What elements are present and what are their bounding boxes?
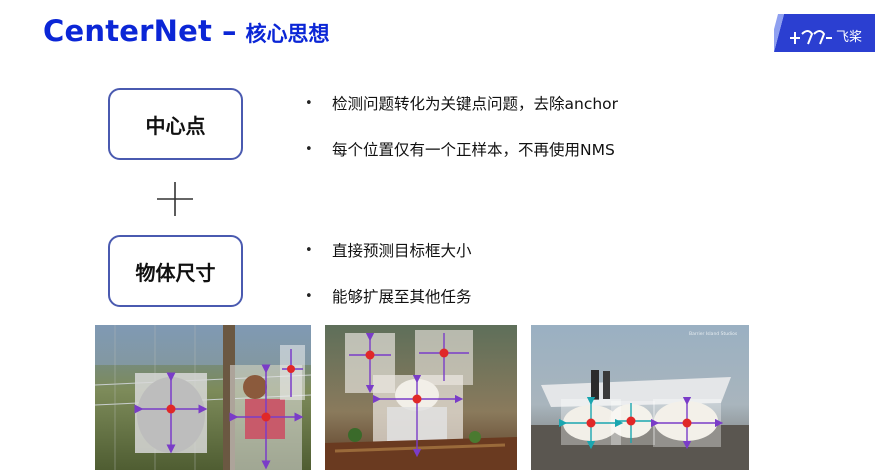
object-size-label: 物体尺寸 (135, 260, 216, 285)
example-image-2 (325, 325, 517, 470)
plus-icon (155, 178, 195, 218)
bullet-item: 检测问题转化为关键点问题，去除anchor (302, 92, 618, 138)
bullet-item: 直接预测目标框大小 (302, 239, 472, 285)
bullet-list-center: 检测问题转化为关键点问题，去除anchor 每个位置仅有一个正样本，不再使用NM… (302, 92, 618, 184)
logo-text: 飞桨 (836, 29, 862, 45)
example-image-1 (95, 325, 311, 470)
bullet-item: 每个位置仅有一个正样本，不再使用NMS (302, 138, 618, 184)
center-point-label: 中心点 (145, 113, 206, 138)
paddlepaddle-logo: 飞桨 (768, 10, 875, 56)
title-main: CenterNet (43, 14, 213, 48)
bullet-list-size: 直接预测目标框大小 能够扩展至其他任务 (302, 239, 472, 331)
title-subtitle: 核心思想 (245, 22, 330, 46)
logo-icon: 飞桨 (768, 14, 875, 52)
page-title: CenterNet – 核心思想 (43, 14, 330, 64)
image-watermark: Barrier Island Studios (689, 331, 738, 337)
example-image-3: Barrier Island Studios (531, 325, 749, 470)
object-size-box: 物体尺寸 (108, 235, 243, 307)
title-dash: – (222, 14, 237, 48)
center-point-box: 中心点 (108, 88, 243, 160)
